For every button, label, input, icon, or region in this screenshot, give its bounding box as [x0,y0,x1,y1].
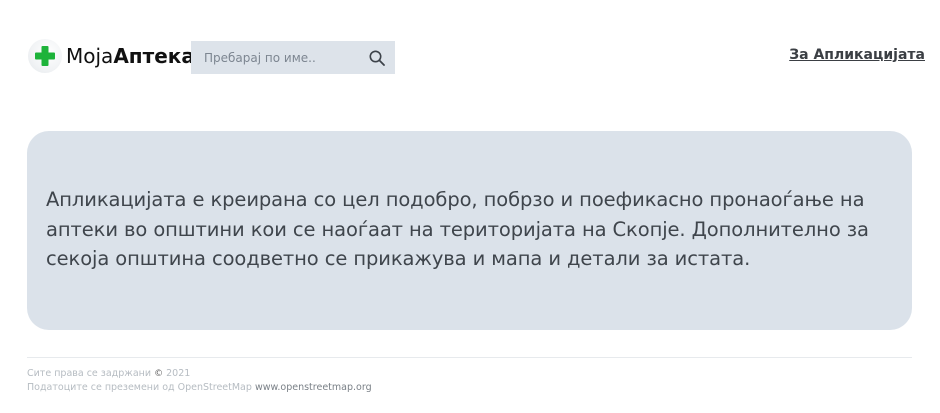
search-bar [191,41,395,74]
footer-divider [27,357,912,358]
search-icon[interactable] [368,49,386,67]
openstreetmap-link[interactable]: www.openstreetmap.org [255,382,372,393]
brand-logo-link[interactable]: МојаАптека [28,38,195,74]
copyright-icon: © [154,369,164,379]
search-input[interactable] [204,50,364,65]
green-cross-icon [28,39,62,73]
about-panel: Апликацијата е креирана со цел подобро, … [27,131,912,330]
copyright-year: 2021 [166,368,191,379]
brand-name-bold: Аптека [113,44,195,68]
brand-name: МојаАптека [66,44,195,68]
footer-source-line: Податоците се преземени од OpenStreetMap… [27,381,372,394]
app-description: Апликацијата е креирана со цел подобро, … [46,188,869,270]
header: МојаАптека За Апликацијата [0,0,940,110]
rights-text: Сите права се задржани [27,368,152,379]
footer: Сите права се задржани © 2021 Податоците… [27,367,372,394]
source-text: Податоците се преземени од OpenStreetMap [27,382,252,393]
footer-rights-line: Сите права се задржани © 2021 [27,367,372,381]
about-app-link[interactable]: За Апликацијата [789,47,925,63]
brand-name-light: Моја [66,44,114,68]
